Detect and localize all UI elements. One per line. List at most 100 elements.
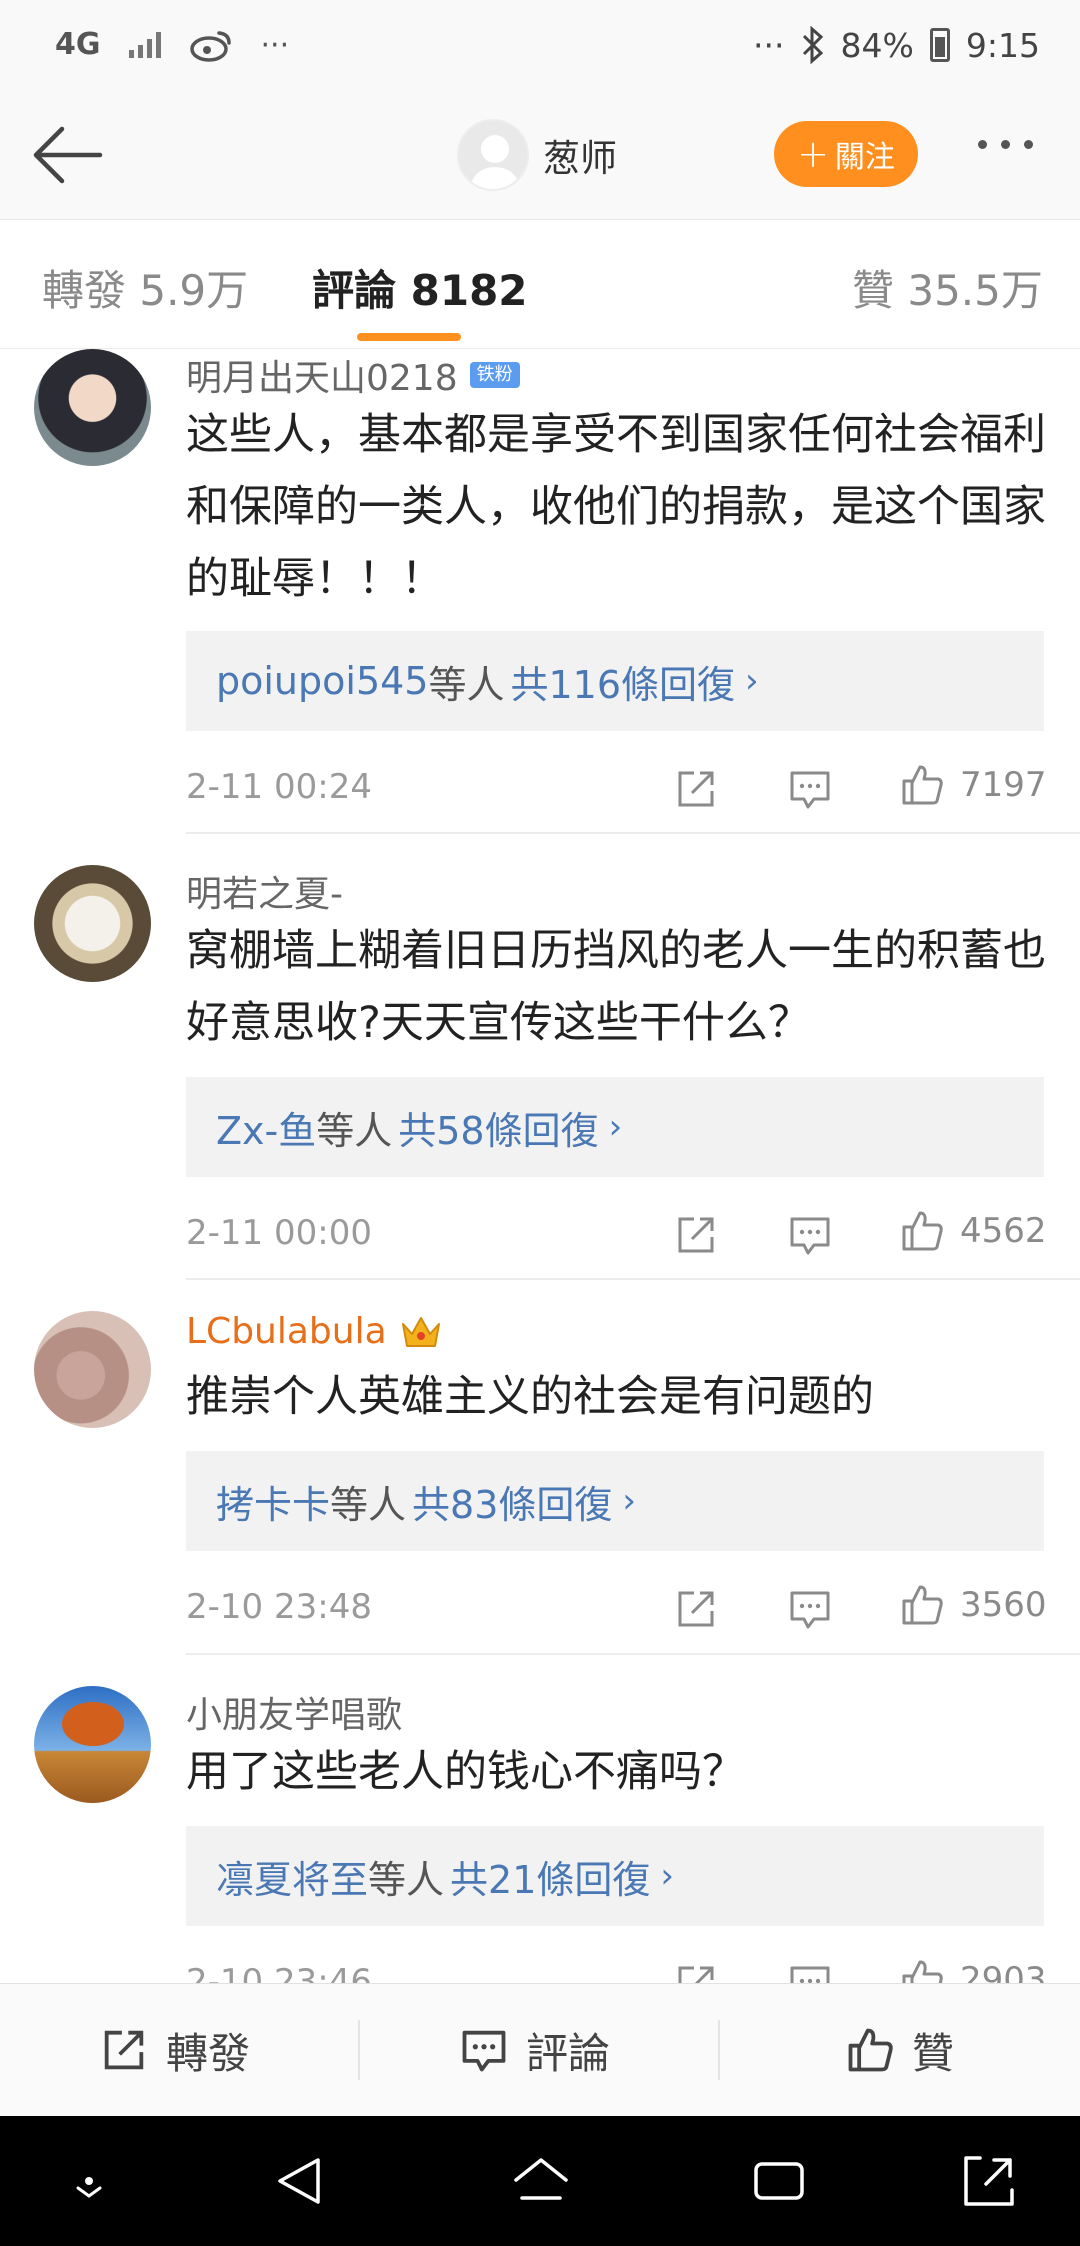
like-count: 7197 xyxy=(960,765,1047,805)
replies-link[interactable]: poiupoi545 等人 共116條回復 › xyxy=(186,631,1044,731)
comment-author[interactable]: 明月出天山0218 铁粉 xyxy=(186,349,520,401)
more-menu-icon[interactable] xyxy=(978,140,1033,149)
author-avatar[interactable] xyxy=(457,119,529,191)
more-status: ··· xyxy=(753,25,785,65)
comment-author-name[interactable]: 小朋友学唱歌 xyxy=(186,1686,402,1738)
share-icon[interactable] xyxy=(672,765,720,813)
separator xyxy=(358,2020,360,2080)
replies-link[interactable]: Zx-鱼 等人 共58條回復 › xyxy=(186,1077,1044,1177)
divider xyxy=(186,832,1080,834)
follow-button[interactable]: + 關注 xyxy=(774,121,918,187)
like-button[interactable]: 3560 xyxy=(898,1581,1047,1629)
status-bar: 4G ··· ··· 84% 9:15 xyxy=(0,0,1080,90)
like-label: 贊 xyxy=(912,2028,955,2078)
comment-time: 2-10 23:48 xyxy=(186,1587,372,1627)
avatar[interactable] xyxy=(34,865,151,982)
comment-author-name[interactable]: 明若之夏- xyxy=(186,865,343,917)
recent-apps-icon[interactable] xyxy=(746,2148,812,2214)
thumbs-up-icon xyxy=(848,2028,893,2072)
chevron-right-icon: › xyxy=(622,1481,636,1521)
like-button[interactable]: 4562 xyxy=(898,1207,1047,1255)
avatar[interactable] xyxy=(34,349,151,466)
active-tab-indicator xyxy=(357,333,461,341)
crown-icon xyxy=(401,1316,440,1347)
back-arrow-icon[interactable] xyxy=(28,123,108,187)
home-nav-icon[interactable] xyxy=(508,2148,574,2214)
divider xyxy=(186,1278,1080,1280)
comment-meta: 2-11 00:00 4562 xyxy=(186,1205,1047,1265)
tab-likes[interactable]: 贊 35.5万 xyxy=(852,257,1043,318)
share-icon xyxy=(104,2030,144,2070)
status-right: ··· 84% 9:15 xyxy=(753,20,1040,70)
comment-icon[interactable] xyxy=(786,1211,834,1259)
comment-time: 2-11 00:00 xyxy=(186,1213,372,1253)
reply-total[interactable]: 共58條回復 xyxy=(398,1100,598,1155)
comment-text: 窝棚墙上糊着旧日历挡风的老人一生的积蓄也好意思收?天天宣传这些干什么？ xyxy=(186,926,1046,1048)
follow-label: 關注 xyxy=(834,140,895,175)
more-notifications: ··· xyxy=(260,27,290,63)
comment-label: 評論 xyxy=(526,2028,611,2078)
avatar[interactable] xyxy=(34,1686,151,1803)
share-icon[interactable] xyxy=(672,1585,720,1633)
comment-author-name[interactable]: 明月出天山0218 xyxy=(186,349,458,401)
thumbs-up-icon xyxy=(902,1211,943,1251)
comment-text: 推崇个人英雄主义的社会是有问题的 xyxy=(186,1372,874,1422)
share-icon[interactable] xyxy=(672,1211,720,1259)
hide-nav-icon[interactable] xyxy=(56,2148,122,2214)
avatar[interactable] xyxy=(34,1311,151,1428)
like-count: 4562 xyxy=(960,1211,1047,1251)
reply-mid: 等人 xyxy=(330,1482,407,1527)
comment-author[interactable]: 明若之夏- xyxy=(186,865,343,917)
reply-mid: 等人 xyxy=(368,1857,445,1902)
comment-button[interactable]: 評論 xyxy=(458,2014,610,2086)
repost-button[interactable]: 轉發 xyxy=(98,2014,250,2086)
comment-icon[interactable] xyxy=(786,765,834,813)
plus-icon: + xyxy=(797,132,829,176)
back-nav-icon[interactable] xyxy=(268,2148,334,2214)
comment-author[interactable]: 小朋友学唱歌 xyxy=(186,1686,402,1738)
fan-badge: 铁粉 xyxy=(469,362,520,388)
signal-icon xyxy=(128,32,161,58)
thumbs-up-icon xyxy=(902,1585,943,1625)
weibo-icon xyxy=(189,31,231,62)
chevron-right-icon: › xyxy=(608,1107,623,1147)
reply-total[interactable]: 共83條回復 xyxy=(412,1474,612,1529)
reply-user[interactable]: poiupoi545 xyxy=(216,659,428,703)
like-button[interactable]: 7197 xyxy=(898,761,1047,809)
reply-user[interactable]: Zx-鱼 xyxy=(216,1100,316,1155)
battery-icon xyxy=(929,28,950,62)
bottom-action-bar: 轉發 評論 贊 xyxy=(0,1983,1080,2116)
reply-user[interactable]: 凛夏将至 xyxy=(216,1849,368,1904)
comment-author-name[interactable]: LCbulabula xyxy=(186,1311,387,1352)
clock: 9:15 xyxy=(965,25,1040,65)
separator xyxy=(718,2020,720,2080)
bluetooth-icon xyxy=(802,26,823,64)
replies-link[interactable]: 凛夏将至 等人 共21條回復 › xyxy=(186,1826,1044,1926)
tab-comments[interactable]: 評論 8182 xyxy=(312,257,528,318)
repost-label: 轉發 xyxy=(166,2028,251,2078)
status-left: 4G ··· xyxy=(55,20,289,70)
comment-author[interactable]: LCbulabula xyxy=(186,1311,443,1352)
battery-percent: 84% xyxy=(840,25,914,65)
comment-time: 2-11 00:24 xyxy=(186,767,372,807)
chevron-right-icon: › xyxy=(745,661,759,701)
reply-total[interactable]: 共116條回復 xyxy=(511,654,736,709)
like-count: 3560 xyxy=(960,1585,1047,1625)
tab-repost[interactable]: 轉發 5.9万 xyxy=(42,257,248,318)
author-block[interactable]: 葱师 xyxy=(457,117,617,193)
comment-icon xyxy=(462,2030,506,2072)
header: 葱师 + 關注 xyxy=(0,90,1080,220)
fullscreen-icon[interactable] xyxy=(956,2148,1022,2214)
reply-mid: 等人 xyxy=(316,1108,393,1153)
like-button[interactable]: 贊 xyxy=(844,2014,954,2086)
comment-text: 用了这些老人的钱心不痛吗？ xyxy=(186,1747,745,1797)
replies-link[interactable]: 拷卡卡 等人 共83條回復 › xyxy=(186,1451,1044,1551)
system-nav-bar xyxy=(0,2116,1080,2246)
reply-user[interactable]: 拷卡卡 xyxy=(216,1474,330,1529)
post-tabs: 轉發 5.9万 評論 8182 贊 35.5万 xyxy=(0,221,1080,349)
comment-icon[interactable] xyxy=(786,1585,834,1633)
reply-total[interactable]: 共21條回復 xyxy=(450,1849,650,1904)
chevron-right-icon: › xyxy=(660,1856,674,1896)
reply-mid: 等人 xyxy=(428,662,505,707)
author-name[interactable]: 葱师 xyxy=(543,128,617,182)
